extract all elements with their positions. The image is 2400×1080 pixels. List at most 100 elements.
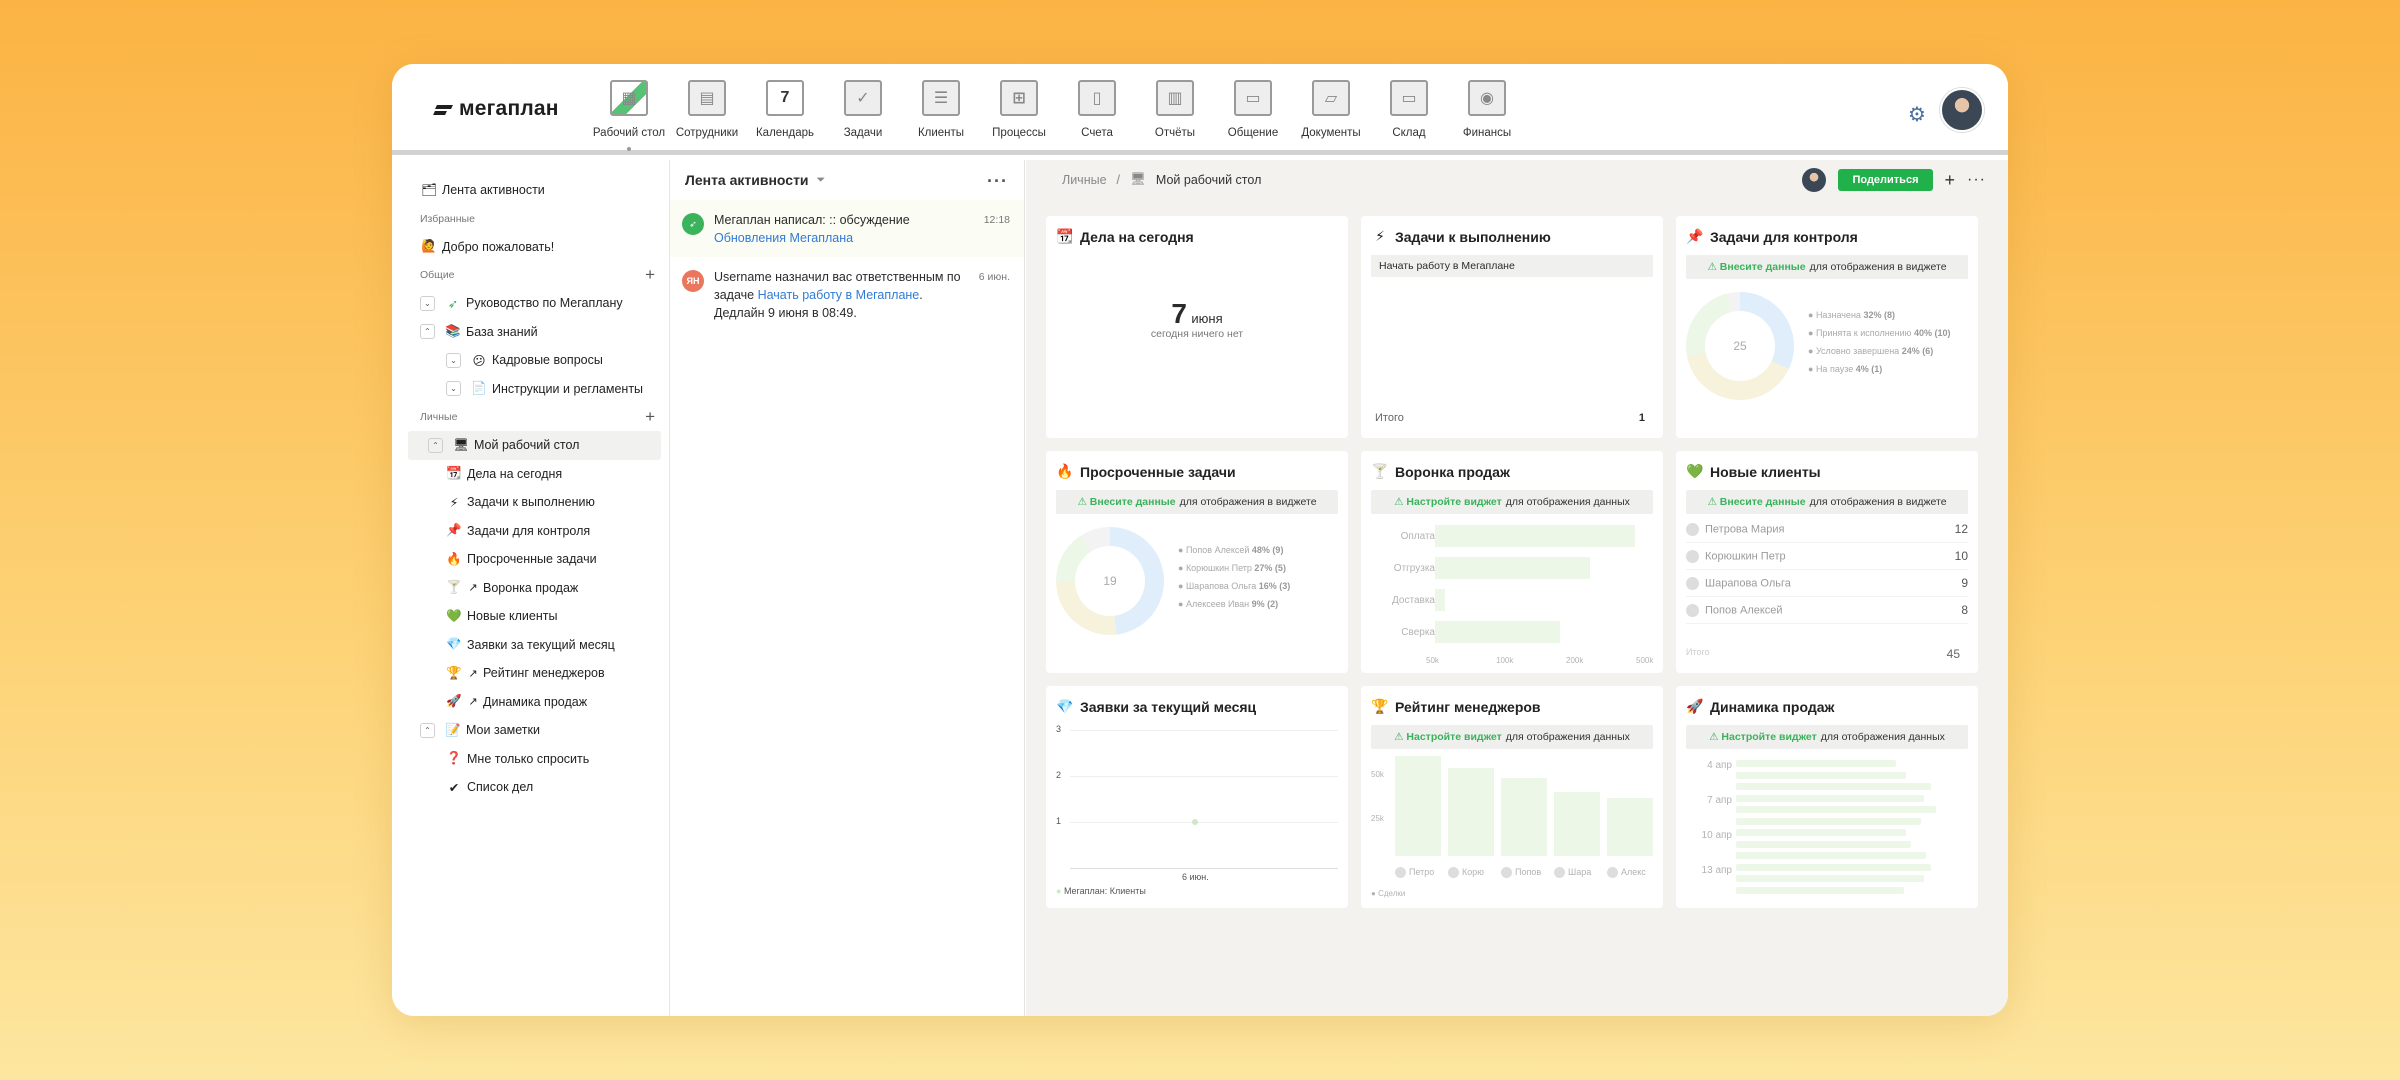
sidebar-item-desk[interactable]: ⌃ 🖥 Мой рабочий стол xyxy=(408,431,661,460)
arrow-icon: ↗ xyxy=(468,582,478,595)
more-icon[interactable]: ··· xyxy=(1967,171,1986,189)
sidebar-item-kb[interactable]: ⌃ 📚 База знаний xyxy=(392,318,669,347)
nav-item-finance[interactable]: ◉ Финансы xyxy=(1448,78,1526,151)
legend-name: Принята к исполнению xyxy=(1815,328,1912,338)
nav-item-calendar[interactable]: 7 Календарь xyxy=(746,78,824,151)
nav-item-reports[interactable]: ▥ Отчёты xyxy=(1136,78,1214,151)
filter-icon[interactable]: ⏷ xyxy=(817,174,826,187)
today-month: июня xyxy=(1191,311,1223,326)
nav-item-tasks[interactable]: ✓ Задачи xyxy=(824,78,902,151)
sidebar-item-overdue[interactable]: 🔥 Просроченные задачи xyxy=(392,545,669,574)
dashboard-actions: Поделиться + ··· xyxy=(1802,168,1986,192)
section-label: Избранные xyxy=(420,212,475,225)
calendar-icon: 📆 xyxy=(446,466,462,481)
client-avatar xyxy=(1686,522,1699,536)
chevron-down-icon[interactable]: ⌄ xyxy=(446,381,461,397)
nav-item-warehouse[interactable]: ▭ Склад xyxy=(1370,78,1448,151)
page-icon: 📄 xyxy=(471,381,487,396)
client-row[interactable]: Корюшкин Петр 10 xyxy=(1686,543,1968,570)
task-item[interactable]: Начать работу в Мегаплане xyxy=(1371,255,1653,277)
client-avatar xyxy=(1686,576,1699,590)
sidebar-item-todo[interactable]: ⚡ Задачи к выполнению xyxy=(392,488,669,517)
sidebar-item-dynamics[interactable]: 🚀 ↗ Динамика продаж xyxy=(392,688,669,717)
sidebar-item-guide[interactable]: ⌄ ➶ Руководство по Мегаплану xyxy=(392,289,669,318)
add-common-icon[interactable]: + xyxy=(645,265,655,285)
nav-item-chat[interactable]: ▭ Общение xyxy=(1214,78,1292,151)
dashboard: Личные / 🖥 Мой рабочий стол Поделиться +… xyxy=(1026,160,2008,1016)
sidebar-item-clients[interactable]: 💚 Новые клиенты xyxy=(392,602,669,631)
date-label: 13 апр xyxy=(1701,865,1732,876)
share-button[interactable]: Поделиться xyxy=(1838,169,1933,191)
funnel-bar xyxy=(1435,557,1590,579)
sidebar-item-requests[interactable]: 💎 Заявки за текущий месяц xyxy=(392,631,669,660)
more-icon[interactable]: ··· xyxy=(987,171,1008,192)
user-avatar[interactable] xyxy=(1940,88,1984,132)
widget-requests[interactable]: 💎 Заявки за текущий месяц 3 2 1 6 июн. ● Мег… xyxy=(1046,686,1348,908)
feed-item-link[interactable]: Начать работу в Мегаплане xyxy=(758,288,920,302)
sidebar-item-hr[interactable]: ⌄ 😕 Кадровые вопросы xyxy=(392,346,669,375)
add-widget-icon[interactable]: + xyxy=(1945,170,1956,191)
feed-item[interactable]: ➶ Мегаплан написал: :: обсуждение Обновл… xyxy=(670,200,1024,257)
widget-dynamics[interactable]: 🚀 Динамика продаж ⚠ Настройте виджет для о… xyxy=(1676,686,1978,908)
owner-avatar[interactable] xyxy=(1802,168,1827,192)
date-label: 7 апр xyxy=(1707,795,1732,806)
sidebar-item-note2[interactable]: ✔ Список дел xyxy=(392,773,669,802)
feed-item-link[interactable]: Обновления Мегаплана xyxy=(714,231,853,245)
sidebar-item-today[interactable]: 📆 Дела на сегодня xyxy=(392,460,669,489)
rating-bar xyxy=(1395,756,1441,856)
feed-item[interactable]: ЯН Username назначил вас ответственным п… xyxy=(670,257,1024,332)
client-row[interactable]: Шарапова Ольга 9 xyxy=(1686,570,1968,597)
nav-item-clients[interactable]: ☰ Клиенты xyxy=(902,78,980,151)
data-point xyxy=(1192,819,1198,825)
main-nav: ▦ Рабочий стол ▤ Сотрудники 7 Календарь ✓ Задач… xyxy=(590,78,1526,151)
widget-todo[interactable]: ⚡ Задачи к выполнению Начать работу в Мег… xyxy=(1361,216,1663,438)
warning-link[interactable]: ⚠ Настройте виджет xyxy=(1394,496,1502,508)
sidebar-item-welcome[interactable]: 🙋 Добро пожаловать! xyxy=(392,233,669,262)
nav-item-desktop[interactable]: ▦ Рабочий стол xyxy=(590,78,668,151)
sidebar-item-label: Кадровые вопросы xyxy=(492,353,603,368)
chevron-up-icon[interactable]: ⌃ xyxy=(420,722,435,738)
calendar-icon: 7 xyxy=(765,78,805,118)
breadcrumb-root[interactable]: Личные xyxy=(1062,173,1107,187)
widget-funnel[interactable]: 🍸 Воронка продаж ⚠ Настройте виджет для от… xyxy=(1361,451,1663,673)
today-empty: сегодня ничего нет xyxy=(1150,328,1244,340)
widget-overdue[interactable]: 🔥 Просроченные задачи ⚠ Внесите данные для… xyxy=(1046,451,1348,673)
sidebar-item-notes[interactable]: ⌃ 📝 Мои заметки xyxy=(392,716,669,745)
widget-clients[interactable]: 💚 Новые клиенты ⚠ Внесите данные для отобр… xyxy=(1676,451,1978,673)
settings-gear-icon[interactable]: ⚙ xyxy=(1908,102,1926,127)
chevron-up-icon[interactable]: ⌃ xyxy=(420,324,435,340)
x-tick: 6 июн. xyxy=(1182,872,1209,882)
nav-item-invoices[interactable]: ▯ Счета xyxy=(1058,78,1136,151)
warning-link[interactable]: ⚠ Внесите данные xyxy=(1707,261,1805,273)
dynamics-bar xyxy=(1736,817,1921,825)
warning-link[interactable]: ⚠ Настройте виджет xyxy=(1709,731,1817,743)
widget-today[interactable]: 📆 Дела на сегодня 7 июня сегодня ничего н… xyxy=(1046,216,1348,438)
warning-link[interactable]: ⚠ Настройте виджет xyxy=(1394,731,1502,743)
sidebar-item-label: Заявки за текущий месяц xyxy=(467,637,615,652)
nav-item-documents[interactable]: ▱ Документы xyxy=(1292,78,1370,151)
sidebar-item-instructions[interactable]: ⌄ 📄 Инструкции и регламенты xyxy=(392,375,669,404)
chevron-down-icon[interactable]: ⌄ xyxy=(420,295,435,311)
sidebar-item-funnel[interactable]: 🍸 ↗ Воронка продаж xyxy=(392,574,669,603)
nav-label: Документы xyxy=(1301,127,1361,139)
client-row[interactable]: Петрова Мария 12 xyxy=(1686,516,1968,543)
top-navigation: мегаплан ▦ Рабочий стол ▤ Сотрудники 7 Календ… xyxy=(392,64,2008,155)
nav-item-processes[interactable]: ⊞ Процессы xyxy=(980,78,1058,151)
nav-item-employees[interactable]: ▤ Сотрудники xyxy=(668,78,746,151)
add-personal-icon[interactable]: + xyxy=(645,407,655,427)
warning-link[interactable]: ⚠ Внесите данные xyxy=(1707,496,1805,508)
sidebar-item-label: Дела на сегодня xyxy=(467,466,563,481)
client-row[interactable]: Попов Алексей 8 xyxy=(1686,597,1968,624)
widget-rating[interactable]: 🏆 Рейтинг менеджеров ⚠ Настройте виджет дл… xyxy=(1361,686,1663,908)
nav-label: Процессы xyxy=(992,127,1046,139)
sidebar-item-note1[interactable]: ❓ Мне только спросить xyxy=(392,745,669,774)
chevron-up-icon[interactable]: ⌃ xyxy=(428,437,443,453)
chevron-down-icon[interactable]: ⌄ xyxy=(446,352,461,368)
sidebar-item-feed[interactable]: 🗂 Лента активности xyxy=(392,176,669,205)
warning-link[interactable]: ⚠ Внесите данные xyxy=(1077,496,1175,508)
client-count: 12 xyxy=(1954,522,1968,536)
sidebar-item-rating[interactable]: 🏆 ↗ Рейтинг менеджеров xyxy=(392,659,669,688)
logo[interactable]: мегаплан xyxy=(434,97,559,121)
widget-control[interactable]: 📌 Задачи для контроля ⚠ Внесите данные для… xyxy=(1676,216,1978,438)
sidebar-item-control[interactable]: 📌 Задачи для контроля xyxy=(392,517,669,546)
